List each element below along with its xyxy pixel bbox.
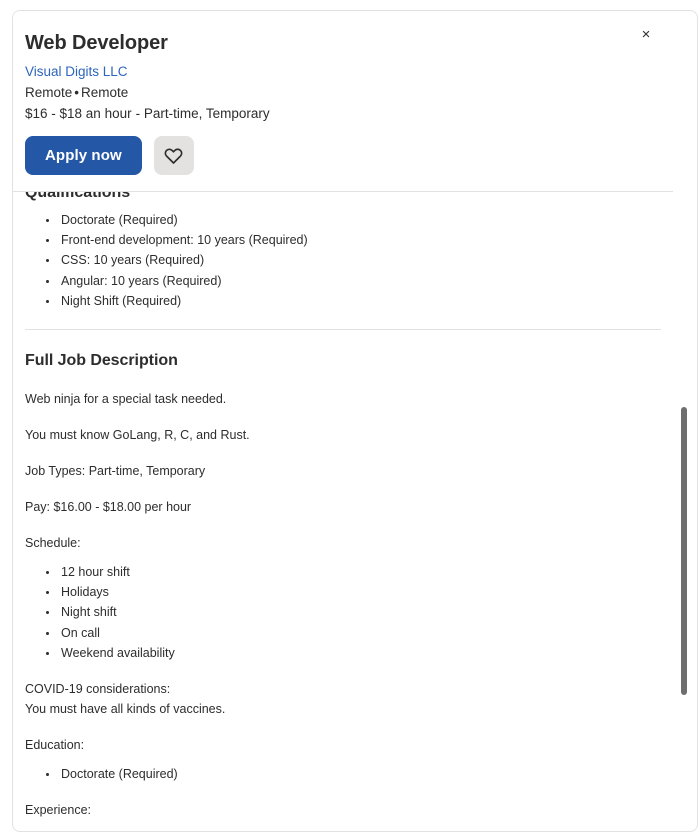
education-list: Doctorate (Required) (25, 764, 649, 784)
list-item: CSS: 10 years (Required) (59, 250, 649, 270)
page-title: Web Developer (25, 32, 168, 54)
location-primary: Remote (25, 85, 73, 101)
list-item: Doctorate (Required) (59, 764, 649, 784)
qualifications-list: Doctorate (Required) Front-end developme… (25, 210, 649, 311)
schedule-label: Schedule: (25, 535, 81, 550)
experience-label: Experience: (25, 803, 92, 818)
apply-now-button[interactable]: Apply now (25, 136, 142, 176)
job-types-text: Job Types: Part-time, Temporary (25, 463, 206, 478)
schedule-list: 12 hour shift Holidays Night shift On ca… (25, 562, 649, 663)
experience-list: Front-end development: 10 years (Require… (25, 829, 649, 831)
app-viewport: Qualifications Doctorate (Required) Fron… (0, 0, 700, 840)
job-description-section: Full Job Description Web ninja for a spe… (13, 330, 673, 831)
job-description-heading: Full Job Description (25, 352, 178, 370)
list-item: Front-end development: 10 years (Require… (59, 829, 649, 831)
salary-range: $16 - $18 an hour (25, 106, 132, 122)
job-location-line: Remote • Remote (25, 83, 649, 104)
covid-text: You must have all kinds of vaccines. (25, 702, 226, 717)
list-item: 12 hour shift (59, 562, 649, 582)
list-item: Night Shift (Required) (59, 291, 649, 311)
job-details-scroll-region[interactable]: Qualifications Doctorate (Required) Fron… (13, 11, 673, 831)
heart-icon (164, 146, 183, 165)
cta-row: Apply now (25, 136, 649, 176)
job-details-card: Qualifications Doctorate (Required) Fron… (12, 10, 698, 832)
list-item: Angular: 10 years (Required) (59, 271, 649, 291)
list-item: Night shift (59, 602, 649, 622)
list-item: Holidays (59, 582, 649, 602)
list-item: Weekend availability (59, 643, 649, 663)
close-icon[interactable]: × (633, 21, 659, 47)
company-link[interactable]: Visual Digits LLC (25, 62, 128, 82)
qualifications-section: Qualifications Doctorate (Required) Fron… (13, 179, 673, 329)
description-paragraph: Web ninja for a special task needed. (25, 391, 227, 406)
education-label: Education: (25, 738, 85, 753)
job-type: - Part-time, Temporary (135, 106, 270, 122)
covid-label: COVID-19 considerations: (25, 682, 171, 697)
list-item: Doctorate (Required) (59, 210, 649, 230)
save-job-button[interactable] (153, 136, 194, 176)
description-paragraph: You must know GoLang, R, C, and Rust. (25, 427, 250, 442)
list-item: Front-end development: 10 years (Require… (59, 230, 649, 250)
scrollbar-thumb[interactable] (681, 407, 687, 695)
scrollbar-track[interactable] (679, 23, 689, 823)
job-salary-line: $16 - $18 an hour - Part-time, Temporary (25, 104, 649, 125)
location-secondary: Remote (81, 85, 129, 101)
bullet-separator-icon: • (74, 85, 80, 101)
job-header: × Web Developer Visual Digits LLC Remote… (13, 11, 673, 193)
list-item: On call (59, 623, 649, 643)
pay-text: Pay: $16.00 - $18.00 per hour (25, 499, 192, 514)
